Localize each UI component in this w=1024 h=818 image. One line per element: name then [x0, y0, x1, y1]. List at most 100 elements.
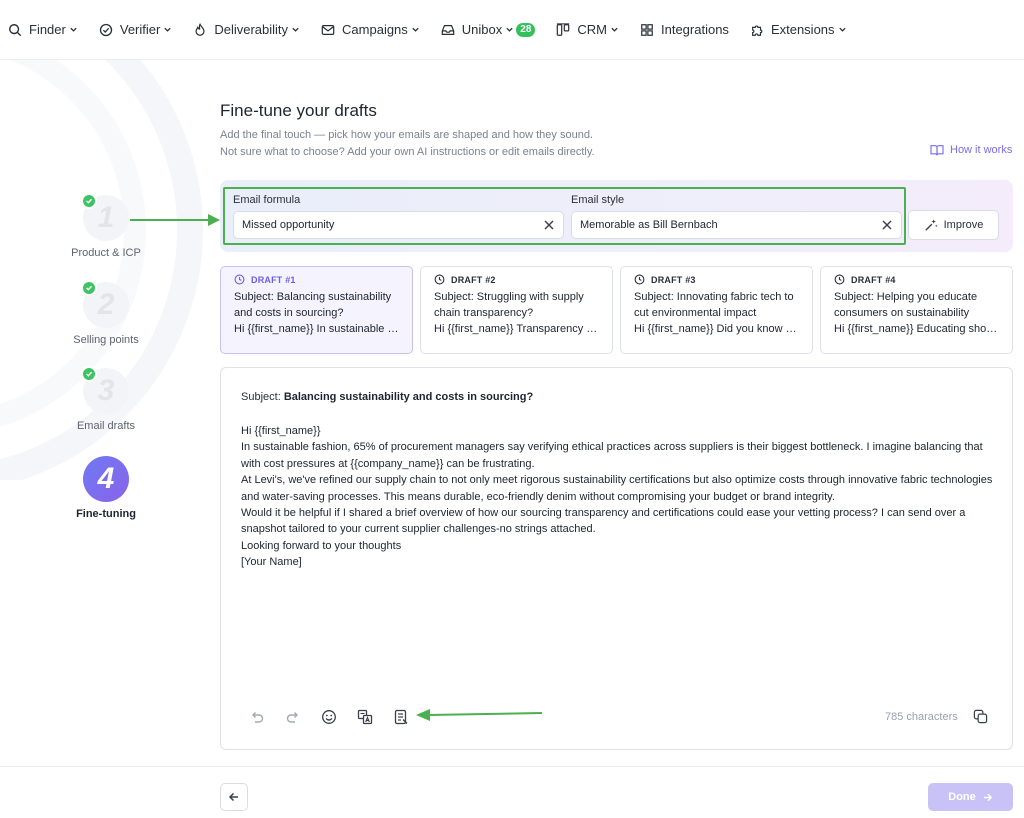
draft-card-4[interactable]: DRAFT #4 Subject: Helping you educate co…: [820, 266, 1013, 354]
clock-icon: [634, 274, 645, 285]
flame-icon: [195, 22, 205, 36]
draft-card-3[interactable]: DRAFT #3 Subject: Innovating fabric tech…: [620, 266, 813, 354]
body-line: [Your Name]: [241, 556, 302, 569]
editor-toolbar: [249, 709, 429, 725]
step-circle: 4: [83, 456, 129, 502]
puzzle-icon: [751, 25, 763, 36]
step-label: Product & ICP: [71, 247, 141, 259]
translate-icon[interactable]: [357, 709, 373, 725]
chevron-down-icon: [412, 27, 419, 32]
step-circle: 3: [81, 366, 129, 414]
body-line: Looking forward to your thoughts: [241, 539, 402, 552]
step-number: 2: [97, 288, 115, 321]
subject-text: Balancing sustainability and costs in so…: [283, 391, 534, 403]
step-email-drafts: 3 Email drafts: [56, 366, 156, 432]
done-label: Done: [948, 791, 976, 803]
nav-label: Integrations: [661, 22, 729, 37]
arrow-right-icon: [983, 793, 992, 801]
email-formula-label: Email formula: [233, 194, 301, 206]
top-nav: Finder Verifier Deliverability Campaigns…: [0, 0, 1024, 60]
chevron-down-icon: [292, 27, 299, 32]
nav-label: Finder: [29, 22, 66, 37]
step-circle: 1: [81, 193, 129, 241]
back-button[interactable]: [220, 783, 248, 811]
step-number: 3: [97, 374, 115, 407]
how-it-works-link[interactable]: How it works: [930, 144, 1012, 156]
step-fine-tuning: 4 Fine-tuning: [56, 456, 156, 520]
nav-label: Unibox: [461, 22, 503, 37]
improve-button[interactable]: Improve: [908, 210, 999, 240]
clear-icon[interactable]: [881, 219, 893, 231]
email-formula-value: Missed opportunity: [242, 219, 335, 231]
nav-verifier[interactable]: Verifier: [99, 0, 172, 60]
nav-label: Verifier: [119, 22, 161, 37]
draft-preview: Hi {{first_name}} Did you know denim pro…: [634, 323, 799, 335]
clear-icon[interactable]: [543, 219, 555, 231]
step-label: Email drafts: [76, 420, 136, 432]
copy-icon[interactable]: [973, 709, 988, 724]
email-editor[interactable]: Subject: Balancing sustainability and co…: [220, 367, 1013, 750]
draft-subject: Subject: Helping you educate consumers o…: [834, 291, 978, 319]
nav-extensions[interactable]: Extensions: [750, 0, 847, 60]
page-subtitle: Add the final touch — pick how your emai…: [220, 129, 594, 141]
draft-label: DRAFT #4: [851, 274, 896, 285]
draft-label: DRAFT #2: [451, 274, 496, 285]
done-button[interactable]: Done: [928, 783, 1013, 811]
clock-icon: [234, 274, 245, 285]
chevron-down-icon: [611, 27, 618, 32]
nav-deliverability[interactable]: Deliverability: [193, 0, 300, 60]
page-title: Fine-tune your drafts: [220, 101, 377, 120]
draft-label: DRAFT #3: [651, 274, 696, 285]
page-subtitle-2: Not sure what to choose? Add your own AI…: [220, 146, 595, 158]
search-icon: [9, 23, 22, 36]
chevron-down-icon: [506, 27, 513, 32]
step-label: Fine-tuning: [76, 508, 136, 520]
email-formula-select[interactable]: Missed opportunity: [233, 211, 564, 239]
draft-card-2[interactable]: DRAFT #2 Subject: Struggling with supply…: [420, 266, 613, 354]
nav-integrations[interactable]: Integrations: [640, 0, 729, 60]
draft-card-1[interactable]: DRAFT #1 Subject: Balancing sustainabili…: [220, 266, 413, 354]
step-circle: 2: [81, 280, 129, 328]
step-selling-points: 2 Selling points: [56, 280, 156, 346]
nav-label: Campaigns: [342, 22, 408, 37]
editor-subject-line: Subject: Balancing sustainability and co…: [241, 391, 533, 403]
mail-icon: [321, 24, 335, 35]
draft-preview: Hi {{first_name}} Transparency in sourci…: [434, 323, 599, 335]
template-icon[interactable]: [393, 709, 409, 725]
book-icon: [930, 145, 944, 156]
draft-subject: Subject: Innovating fabric tech to cut e…: [634, 291, 794, 319]
chevron-down-icon: [70, 27, 77, 32]
inbox-icon: [441, 24, 455, 35]
undo-icon[interactable]: [249, 709, 265, 725]
check-icon: [81, 280, 97, 296]
nav-label: Deliverability: [214, 22, 289, 37]
draft-preview: Hi {{first_name}} In sustainable fashion…: [234, 323, 399, 335]
nav-campaigns[interactable]: Campaigns: [321, 0, 420, 60]
check-icon: [81, 193, 97, 209]
email-style-select[interactable]: Memorable as Bill Bernbach: [571, 211, 902, 239]
nav-crm[interactable]: CRM: [556, 0, 619, 60]
how-it-works-label: How it works: [950, 144, 1013, 156]
magic-wand-icon: [924, 219, 938, 231]
body-line: In sustainable fashion, 65% of procureme…: [241, 441, 983, 470]
improve-label: Improve: [943, 219, 984, 231]
clock-icon: [834, 274, 845, 285]
draft-label: DRAFT #1: [251, 274, 296, 285]
email-style-value: Memorable as Bill Bernbach: [580, 219, 718, 231]
nav-finder[interactable]: Finder: [8, 0, 78, 60]
chevron-down-icon: [164, 27, 171, 32]
character-count: 785 characters: [885, 711, 958, 723]
redo-icon[interactable]: [285, 709, 301, 725]
body-line: At Levi's, we've refined our supply chai…: [241, 474, 993, 503]
nav-label: CRM: [577, 22, 607, 37]
chevron-down-icon: [838, 27, 846, 32]
body-line: Hi {{first_name}}: [241, 425, 321, 437]
grid-icon: [641, 23, 653, 36]
annotation-arrow-right: [130, 214, 220, 226]
editor-body[interactable]: Hi {{first_name}} In sustainable fashion…: [241, 423, 993, 571]
check-icon: [81, 366, 97, 382]
step-number: 4: [97, 462, 115, 495]
emoji-icon[interactable]: [321, 709, 337, 725]
nav-unibox[interactable]: Unibox 28: [441, 0, 536, 60]
check-circle-icon: [99, 23, 113, 36]
